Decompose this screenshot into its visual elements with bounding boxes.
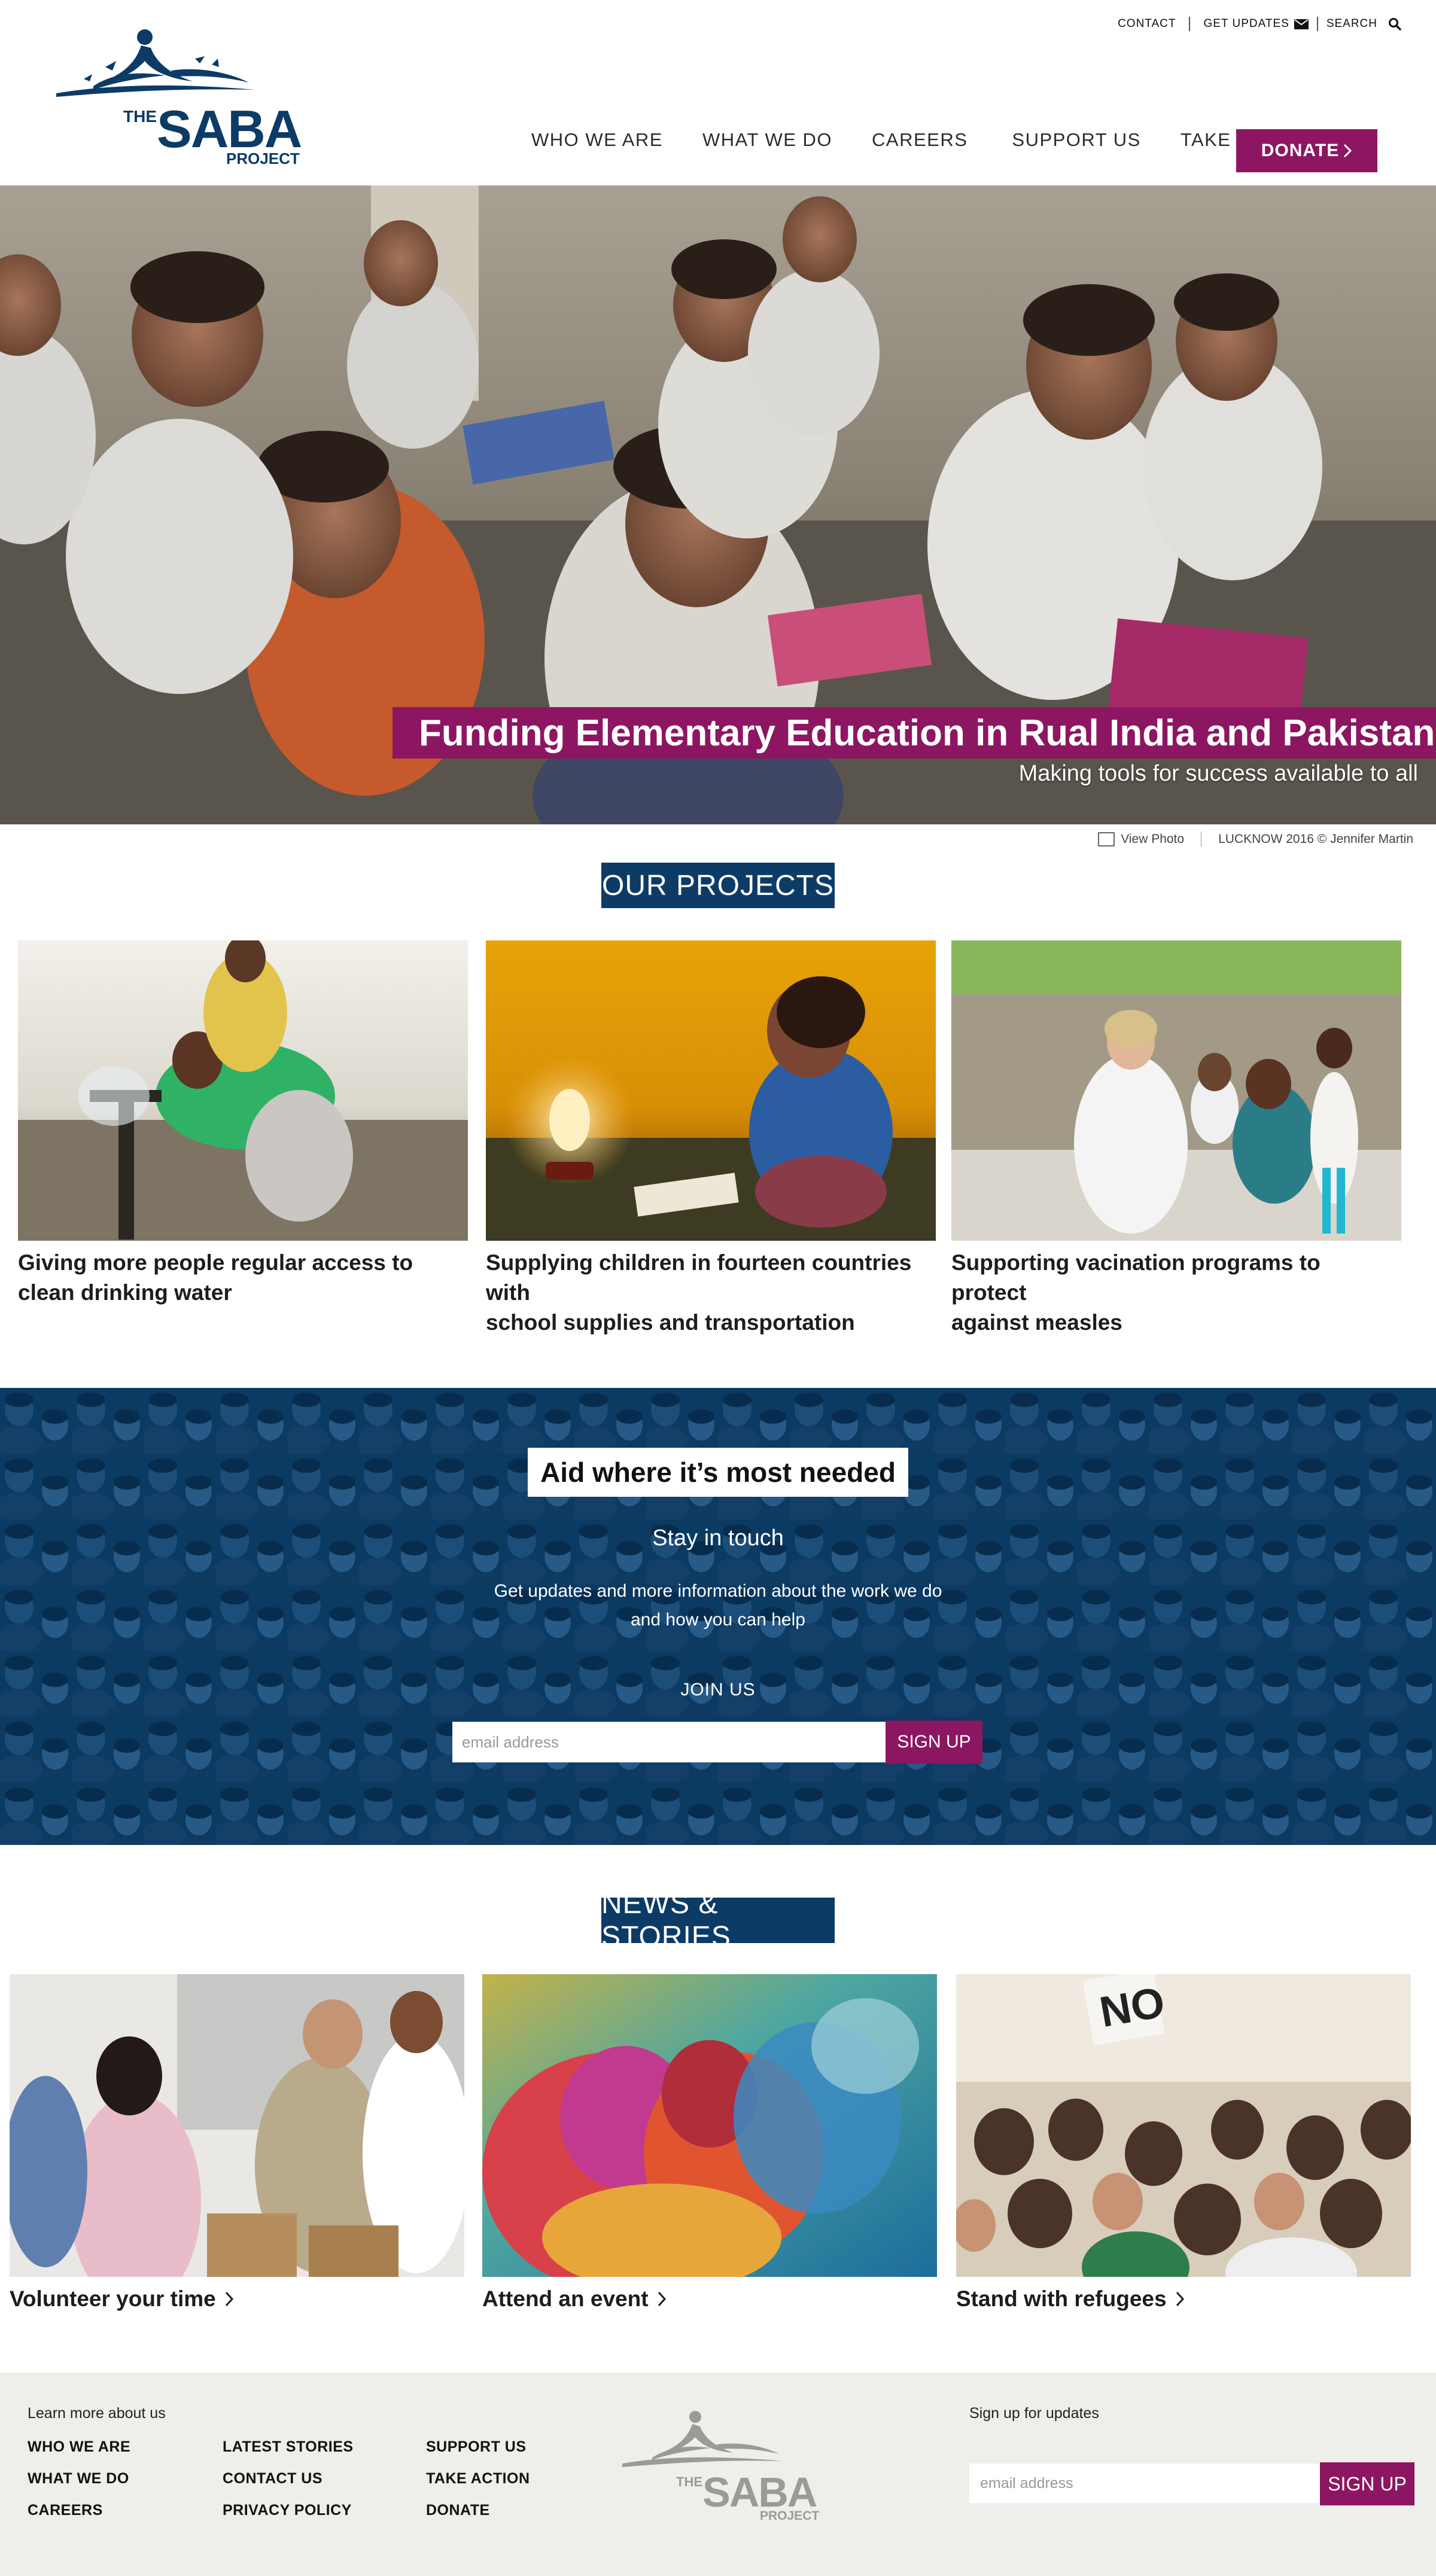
- hero-subtitle: Making tools for success available to al…: [1018, 761, 1418, 786]
- nav-careers[interactable]: CAREERS: [872, 129, 968, 151]
- signup-description-line: and how you can help: [631, 1610, 805, 1630]
- footer-saba-logo[interactable]: THE SABA PROJECT: [619, 2410, 822, 2523]
- news-caption-text: Volunteer your time: [10, 2286, 216, 2311]
- footer-logo-the-text: THE: [676, 2474, 702, 2489]
- footer-email-input[interactable]: [969, 2464, 1320, 2503]
- project-caption-line: clean drinking water: [18, 1280, 232, 1305]
- footer-learn-label: Learn more about us: [28, 2405, 166, 2422]
- water-pump-photo: [18, 940, 468, 1241]
- project-caption-line: Supporting vacination programs to protec…: [951, 1250, 1321, 1305]
- nav-support-us[interactable]: SUPPORT US: [1012, 129, 1140, 151]
- footer-link-contact-us[interactable]: CONTACT US: [223, 2470, 354, 2487]
- envelope-icon: [1294, 19, 1309, 29]
- view-photo-label: View Photo: [1121, 832, 1185, 846]
- utility-nav: CONTACT GET UPDATES SEARCH: [1118, 17, 1401, 31]
- footer-logo-project-text: PROJECT: [760, 2509, 819, 2523]
- site-footer: Learn more about us WHO WE ARE WHAT WE D…: [0, 2373, 1436, 2576]
- news-caption-text: Attend an event: [482, 2286, 649, 2311]
- contact-link[interactable]: CONTACT: [1118, 17, 1176, 31]
- hero-title-banner: Funding Elementary Education in Rual Ind…: [393, 707, 1436, 759]
- news-caption[interactable]: Volunteer your time: [10, 2286, 464, 2312]
- lamp-study-photo: [486, 940, 936, 1241]
- chevron-right-icon: [225, 2291, 233, 2307]
- news-stories-title: NEWS & STORIES: [601, 1888, 731, 1953]
- chevron-right-icon: [658, 2291, 666, 2307]
- footer-links-col3: SUPPORT US TAKE ACTION DONATE: [426, 2438, 530, 2519]
- project-caption: Supplying children in fourteen countries…: [486, 1248, 936, 1338]
- hero-title: Funding Elementary Education in Rual Ind…: [419, 712, 1435, 754]
- logo-the-text: THE: [123, 107, 157, 126]
- our-projects-heading: OUR PROJECTS: [601, 863, 835, 908]
- footer-link-latest-stories[interactable]: LATEST STORIES: [223, 2438, 354, 2456]
- news-card-volunteer[interactable]: Volunteer your time: [10, 1974, 464, 2312]
- project-caption: Giving more people regular access to cle…: [18, 1248, 468, 1308]
- utility-divider: [1316, 17, 1318, 31]
- get-updates-link[interactable]: GET UPDATES: [1203, 17, 1309, 31]
- donate-label: DONATE: [1261, 141, 1340, 160]
- footer-links-col2: LATEST STORIES CONTACT US PRIVACY POLICY: [223, 2438, 354, 2519]
- signup-button-label: SIGN UP: [897, 1732, 971, 1752]
- news-caption-text: Stand with refugees: [956, 2286, 1167, 2311]
- utility-divider: [1189, 17, 1191, 31]
- aid-heading: Aid where it’s most needed: [540, 1457, 896, 1488]
- project-caption-line: Giving more people regular access to: [18, 1250, 413, 1275]
- project-caption-line: school supplies and transportation: [486, 1310, 855, 1335]
- hero-section: Funding Elementary Education in Rual Ind…: [0, 185, 1436, 824]
- photo-credit-row: View Photo LUCKNOW 2016 © Jennifer Marti…: [1098, 832, 1413, 847]
- logo-project-text: PROJECT: [226, 150, 300, 168]
- view-photo-link[interactable]: View Photo: [1098, 832, 1184, 847]
- footer-link-donate[interactable]: DONATE: [426, 2502, 530, 2519]
- signup-button[interactable]: SIGN UP: [886, 1721, 982, 1764]
- footer-link-careers[interactable]: CAREERS: [28, 2502, 130, 2519]
- news-stories-heading: NEWS & STORIES: [601, 1888, 835, 1953]
- footer-signup-label: Sign up for updates: [969, 2405, 1099, 2422]
- project-caption-line: Supplying children in fourteen countries…: [486, 1250, 912, 1305]
- news-card-event[interactable]: Attend an event: [482, 1974, 937, 2312]
- footer-link-take-action[interactable]: TAKE ACTION: [426, 2470, 530, 2487]
- footer-links-col1: WHO WE ARE WHAT WE DO CAREERS: [28, 2438, 130, 2519]
- search-label: SEARCH: [1326, 17, 1377, 30]
- saba-logo[interactable]: THE SABA PROJECT: [51, 28, 303, 171]
- photo-credit: LUCKNOW 2016 © Jennifer Martin: [1218, 832, 1413, 846]
- vaccination-photo: [951, 940, 1401, 1241]
- view-photo-icon: [1098, 832, 1115, 847]
- get-updates-label: GET UPDATES: [1203, 17, 1289, 30]
- nav-who-we-are[interactable]: WHO WE ARE: [531, 129, 663, 151]
- news-caption[interactable]: Stand with refugees: [956, 2286, 1411, 2312]
- footer-link-privacy-policy[interactable]: PRIVACY POLICY: [223, 2502, 354, 2519]
- project-card-school-supplies[interactable]: Supplying children in fourteen countries…: [486, 940, 936, 1338]
- project-card-vaccination[interactable]: Supporting vacination programs to protec…: [951, 940, 1401, 1338]
- signup-description: Get updates and more information about t…: [0, 1577, 1436, 1634]
- project-caption: Supporting vacination programs to protec…: [951, 1248, 1401, 1338]
- news-caption[interactable]: Attend an event: [482, 2286, 937, 2312]
- footer-signup-button-label: SIGN UP: [1328, 2473, 1407, 2495]
- footer-signup-button[interactable]: SIGN UP: [1320, 2462, 1414, 2505]
- contact-label: CONTACT: [1118, 17, 1176, 30]
- news-card-refugees[interactable]: NO Stand with refugees: [956, 1974, 1411, 2312]
- holi-festival-photo: [482, 1974, 937, 2277]
- join-us-label: JOIN US: [680, 1680, 756, 1700]
- refugee-march-photo: NO: [956, 1974, 1411, 2277]
- project-caption-line: against measles: [951, 1310, 1122, 1335]
- donate-button[interactable]: DONATE: [1236, 129, 1377, 172]
- project-card-water[interactable]: Giving more people regular access to cle…: [18, 940, 468, 1308]
- footer-link-what-we-do[interactable]: WHAT WE DO: [28, 2470, 130, 2487]
- search-icon: [1389, 18, 1401, 31]
- stay-in-touch-text: Stay in touch: [652, 1525, 784, 1551]
- footer-link-support-us[interactable]: SUPPORT US: [426, 2438, 530, 2456]
- volunteer-photo: [10, 1974, 464, 2277]
- site-header: CONTACT GET UPDATES SEARCH THE SABA PROJ…: [0, 0, 1436, 185]
- our-projects-title: OUR PROJECTS: [601, 869, 835, 902]
- footer-link-who-we-are[interactable]: WHO WE ARE: [28, 2438, 130, 2456]
- search-link[interactable]: SEARCH: [1327, 17, 1401, 31]
- chevron-right-icon: [1176, 2291, 1184, 2307]
- nav-what-we-do[interactable]: WHAT WE DO: [702, 129, 832, 151]
- chevron-right-icon: [1344, 144, 1352, 158]
- main-nav: WHO WE ARE WHAT WE DO CAREERS SUPPORT US…: [531, 129, 1351, 151]
- signup-description-line: Get updates and more information about t…: [494, 1581, 942, 1601]
- aid-heading-box: Aid where it’s most needed: [528, 1448, 908, 1497]
- signup-email-input[interactable]: [452, 1722, 886, 1762]
